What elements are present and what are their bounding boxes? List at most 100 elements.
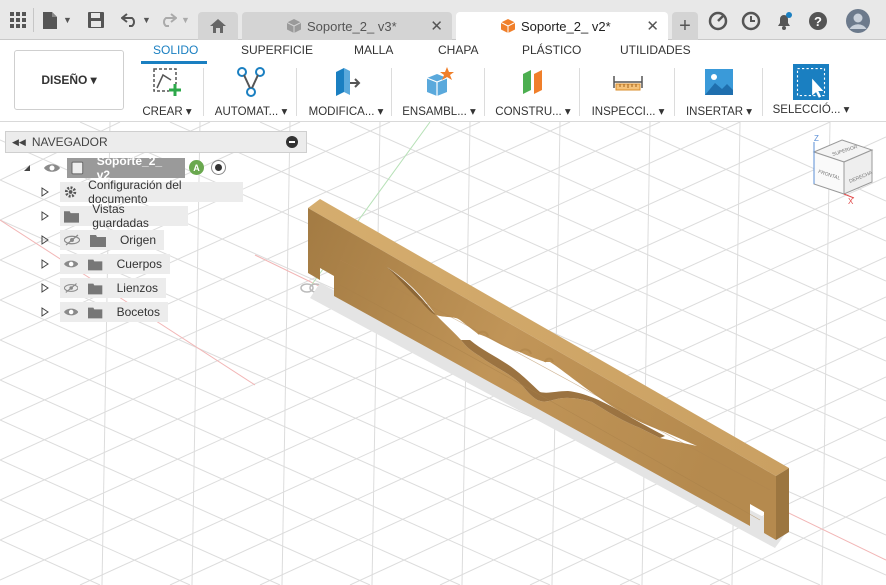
assemble-joint-icon bbox=[426, 67, 454, 96]
home-icon bbox=[210, 19, 226, 33]
view-cube[interactable]: Z X SUPERIOR FRONTAL DERECHA bbox=[808, 132, 880, 214]
tree-item-box[interactable]: Lienzos bbox=[60, 278, 166, 298]
tree-item-box[interactable]: Configuración del documento bbox=[60, 178, 243, 206]
undo-icon[interactable] bbox=[120, 10, 140, 30]
tool-label: INSPECCI... ▾ bbox=[591, 106, 665, 118]
inspect-tool-button[interactable]: INSPECCI... ▾ bbox=[588, 66, 668, 120]
construct-plane-icon bbox=[523, 70, 542, 94]
eye-hidden-icon[interactable] bbox=[64, 234, 80, 246]
workspace-switcher-button[interactable]: DISEÑO ▾ bbox=[14, 50, 124, 110]
tab-superficie[interactable]: SUPERFICIE bbox=[241, 43, 313, 57]
tab-plastico[interactable]: PLÁSTICO bbox=[522, 43, 581, 57]
job-status-icon[interactable] bbox=[708, 11, 728, 31]
active-tab-indicator bbox=[141, 61, 207, 64]
wooden-bracket-body[interactable] bbox=[308, 199, 789, 548]
folder-icon bbox=[88, 259, 103, 270]
separator bbox=[391, 68, 392, 116]
tool-label: INSERTAR ▾ bbox=[685, 106, 753, 118]
tool-label: MODIFICA... ▾ bbox=[308, 106, 384, 118]
assemble-tool-button[interactable]: ENSAMBL... ▾ bbox=[400, 66, 478, 120]
eye-visible-icon[interactable] bbox=[64, 258, 79, 270]
expand-triangle-icon[interactable] bbox=[22, 163, 32, 173]
select-tool-button[interactable]: SELECCIÓ... ▾ bbox=[772, 64, 850, 120]
tree-item-box[interactable]: Vistas guardadas bbox=[60, 202, 188, 230]
redo-icon[interactable] bbox=[158, 10, 178, 30]
home-tab[interactable] bbox=[198, 12, 238, 40]
folder-icon bbox=[88, 307, 103, 318]
document-tab-v3[interactable]: Soporte_2_ v3* ✕ bbox=[242, 12, 452, 40]
eye-visible-icon[interactable] bbox=[44, 162, 60, 174]
component-cube-icon bbox=[501, 19, 515, 33]
inspect-measure-icon bbox=[613, 76, 643, 91]
z-axis-label: Z bbox=[814, 134, 819, 143]
tab-label: Soporte_2_ v3* bbox=[307, 18, 397, 34]
application-bar: ▼ ▼ ▼ Soporte_2_ v3* ✕ Soporte_2_ v2* ✕ … bbox=[0, 0, 886, 40]
toolbar-ribbon: DISEÑO ▾ SOLIDO SUPERFICIE MALLA CHAPA P… bbox=[0, 40, 886, 122]
app-grid-icon[interactable] bbox=[8, 10, 28, 30]
root-component-label[interactable]: Soporte_2_ v2 bbox=[67, 154, 185, 182]
automate-icon bbox=[237, 67, 265, 97]
expand-triangle-icon[interactable] bbox=[40, 187, 50, 197]
close-icon[interactable]: ✕ bbox=[430, 17, 443, 35]
tool-label: CREAR ▾ bbox=[142, 106, 192, 118]
tab-malla[interactable]: MALLA bbox=[354, 43, 393, 57]
document-tab-v2[interactable]: Soporte_2_ v2* ✕ bbox=[456, 12, 668, 40]
tab-solido[interactable]: SOLIDO bbox=[153, 43, 198, 57]
insert-tool-button[interactable]: INSERTAR ▾ bbox=[684, 66, 754, 120]
construct-tool-button[interactable]: CONSTRU... ▾ bbox=[494, 66, 572, 120]
svg-text:?: ? bbox=[814, 14, 822, 29]
eye-visible-icon[interactable] bbox=[64, 306, 79, 318]
folder-icon bbox=[88, 283, 103, 294]
clock-icon[interactable] bbox=[741, 11, 761, 31]
active-radio-icon[interactable] bbox=[211, 160, 226, 175]
file-menu-chevron-icon[interactable]: ▼ bbox=[63, 15, 72, 25]
activate-component-icon[interactable]: A bbox=[189, 160, 204, 175]
file-icon[interactable] bbox=[40, 10, 60, 30]
tree-item-box[interactable]: Origen bbox=[60, 230, 164, 250]
modify-tool-button[interactable]: MODIFICA... ▾ bbox=[306, 66, 386, 120]
expand-triangle-icon[interactable] bbox=[40, 307, 50, 317]
separator bbox=[203, 68, 204, 116]
tab-chapa[interactable]: CHAPA bbox=[438, 43, 478, 57]
tree-item-box[interactable]: Bocetos bbox=[60, 302, 168, 322]
insert-image-icon bbox=[705, 69, 733, 95]
x-axis-label: X bbox=[848, 197, 854, 206]
navigator-title: NAVEGADOR bbox=[31, 135, 108, 149]
expand-triangle-icon[interactable] bbox=[40, 235, 50, 245]
gear-icon bbox=[64, 186, 77, 198]
tree-item-label: Bocetos bbox=[116, 305, 160, 319]
new-tab-button[interactable]: + bbox=[672, 12, 698, 40]
tool-label: CONSTRU... ▾ bbox=[495, 106, 571, 118]
help-icon[interactable]: ? bbox=[808, 11, 828, 31]
tree-item-label: Lienzos bbox=[116, 281, 158, 295]
automate-tool-button[interactable]: AUTOMAT... ▾ bbox=[212, 66, 290, 120]
tool-label: AUTOMAT... ▾ bbox=[214, 106, 288, 118]
notifications-bell-icon[interactable] bbox=[774, 11, 794, 31]
expand-triangle-icon[interactable] bbox=[40, 259, 50, 269]
tool-label: ENSAMBL... ▾ bbox=[402, 106, 476, 118]
undo-chevron-icon[interactable]: ▼ bbox=[142, 15, 151, 25]
create-sketch-icon bbox=[153, 68, 181, 96]
collapse-panel-icon[interactable]: ◀◀ bbox=[12, 137, 26, 148]
save-icon[interactable] bbox=[86, 10, 106, 30]
modify-press-pull-icon bbox=[336, 68, 361, 96]
separator bbox=[579, 68, 580, 116]
folder-icon bbox=[64, 210, 80, 223]
user-avatar-icon[interactable] bbox=[846, 9, 870, 33]
close-icon[interactable]: ✕ bbox=[646, 17, 659, 35]
expand-triangle-icon[interactable] bbox=[40, 283, 50, 293]
tree-item-box[interactable]: Cuerpos bbox=[60, 254, 170, 274]
expand-triangle-icon[interactable] bbox=[40, 211, 50, 221]
document-component-icon bbox=[71, 161, 84, 175]
tree-item-label: Origen bbox=[119, 233, 156, 247]
redo-chevron-icon[interactable]: ▼ bbox=[181, 15, 190, 25]
tab-label: Soporte_2_ v2* bbox=[521, 18, 611, 34]
navigator-options-icon[interactable] bbox=[286, 136, 298, 148]
separator bbox=[484, 68, 485, 116]
create-tool-button[interactable]: CREAR ▾ bbox=[140, 66, 194, 120]
tab-utilidades[interactable]: UTILIDADES bbox=[620, 43, 691, 57]
component-cube-icon bbox=[287, 19, 301, 33]
eye-hidden-icon[interactable] bbox=[64, 282, 79, 294]
folder-icon bbox=[89, 234, 106, 247]
tree-item-label: Cuerpos bbox=[116, 257, 162, 271]
